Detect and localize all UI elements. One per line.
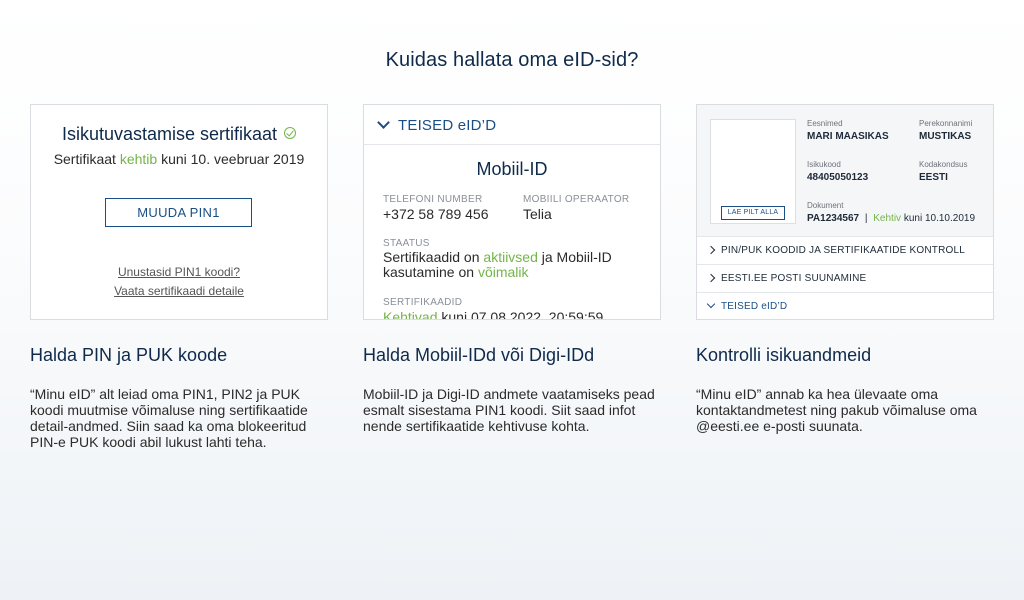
check-circle-icon	[284, 127, 297, 139]
section-text-mobile-id: Mobiil-ID ja Digi-ID andmete vaatamiseks…	[363, 386, 655, 434]
id-code-label: Isikukood	[807, 160, 841, 169]
first-name-value: MARI MAASIKAS	[807, 131, 889, 142]
section-text-personal-data: “Minu eID” annab ka hea ülevaate oma kon…	[696, 386, 977, 434]
chevron-right-icon	[706, 273, 716, 283]
certificate-card: Isikutuvastamise sertifikaat Sertifikaat…	[30, 104, 328, 320]
citizenship-label: Kodakondsus	[919, 160, 968, 169]
section-title-personal-data: Kontrolli isikuandmeid	[696, 345, 872, 365]
mobile-id-title: Mobiil-ID	[476, 159, 548, 179]
phone-label: TELEFONI NUMBER	[383, 194, 483, 205]
section-text-pin-puk: “Minu eID” alt leiad oma PIN1, PIN2 ja P…	[30, 386, 308, 450]
document-value: PA1234567 | Kehtiv kuni 10.10.2019	[807, 213, 976, 224]
document-label: Dokument	[807, 201, 844, 210]
other-eids-row[interactable]: TEISED eID’D	[697, 293, 993, 319]
page-title: Kuidas hallata oma eID-sid?	[385, 49, 639, 71]
photo-placeholder: LAE PILT ALLA	[710, 119, 796, 224]
other-eids-toggle[interactable]: TEISED eID’D	[364, 105, 660, 145]
email-forwarding-row[interactable]: EESTI.EE POSTI SUUNAMINE	[697, 265, 993, 293]
certificate-status: Sertifikaat kehtib kuni 10. veebruar 201…	[53, 151, 305, 167]
operator-value: Telia	[523, 206, 552, 222]
section-title-mobile-id: Halda Mobiil-IDd või Digi-IDd	[363, 345, 595, 365]
chevron-down-icon	[706, 299, 716, 309]
status-value: Sertifikaadid on aktiivsed ja Mobiil-ID …	[383, 249, 612, 280]
chevron-right-icon	[706, 245, 716, 255]
certificates-label: SERTIFIKAADID	[383, 297, 463, 308]
id-code-value: 48405050123	[807, 172, 869, 183]
operator-label: MOBIILI OPERAATOR	[523, 194, 630, 205]
change-pin1-button[interactable]: MUUDA PIN1	[105, 198, 252, 227]
chevron-down-icon	[377, 116, 390, 129]
pin-puk-row[interactable]: PIN/PUK KOODID JA SERTIFIKAATIDE KONTROL…	[697, 237, 993, 265]
id-card-summary: LAE PILT ALLA Eesnimed MARI MAASIKAS Per…	[697, 105, 993, 237]
section-title-pin-puk: Halda PIN ja PUK koode	[30, 345, 228, 365]
forgot-pin1-link[interactable]: Unustasid PIN1 koodi?	[31, 265, 327, 279]
download-photo-button[interactable]: LAE PILT ALLA	[721, 206, 785, 220]
certificate-details-link[interactable]: Vaata sertifikaadi detaile	[31, 284, 327, 298]
certificates-value: Kehtivad kuni 07.08.2022, 20:59:59	[383, 309, 604, 320]
other-eids-card: TEISED eID’D Mobiil-ID TELEFONI NUMBER +…	[363, 104, 661, 320]
personal-data-card: LAE PILT ALLA Eesnimed MARI MAASIKAS Per…	[696, 104, 994, 320]
citizenship-value: EESTI	[919, 172, 948, 183]
mobile-id-panel: Mobiil-ID TELEFONI NUMBER +372 58 789 45…	[364, 146, 660, 320]
phone-value: +372 58 789 456	[383, 206, 489, 222]
last-name-value: MUSTIKAS	[919, 131, 972, 142]
first-name-label: Eesnimed	[807, 119, 843, 128]
last-name-label: Perekonnanimi	[919, 119, 973, 128]
status-label: STAATUS	[383, 238, 430, 249]
certificate-title: Isikutuvastamise sertifikaat	[31, 124, 327, 145]
